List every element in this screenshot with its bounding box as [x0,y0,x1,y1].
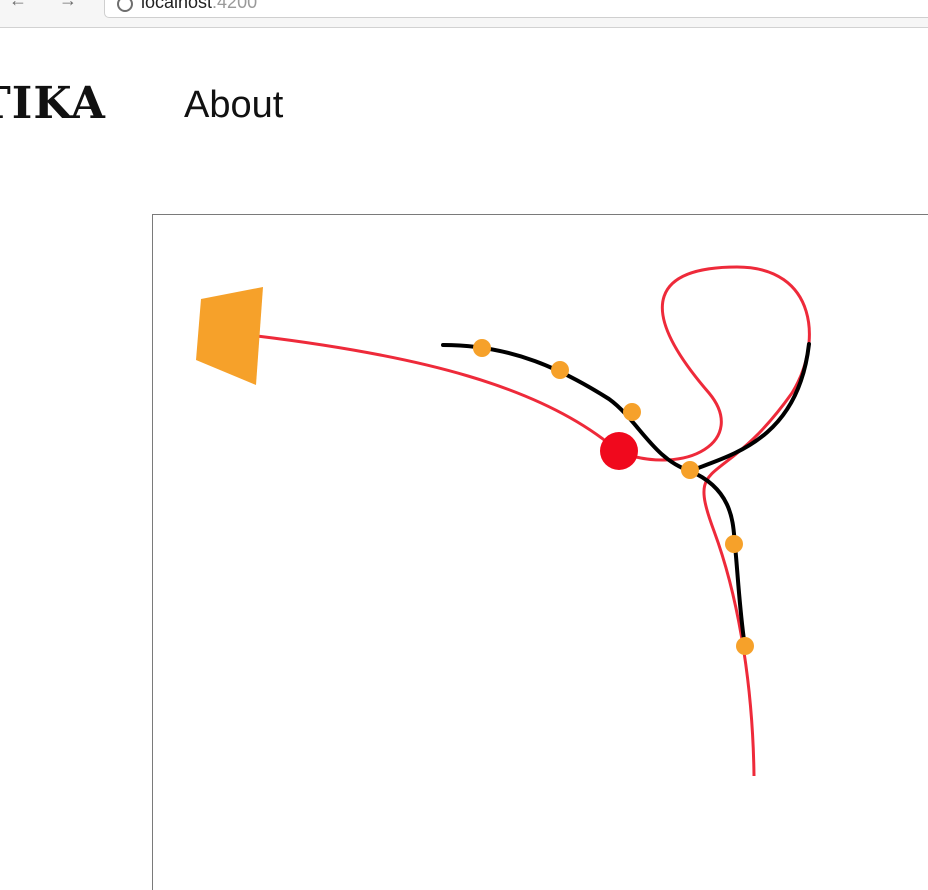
arrow-left-icon[interactable]: ← [8,0,28,11]
waypoint[interactable] [473,339,491,357]
canvas-svg [196,265,811,777]
waypoint[interactable] [725,535,743,553]
nav-link-about[interactable]: About [184,84,283,127]
agent-marker[interactable] [600,432,638,470]
arrow-right-icon[interactable]: → [58,0,78,11]
browser-toolbar: ← → localhost:4200 [0,0,928,28]
url-port: :4200 [212,0,258,12]
waypoint[interactable] [681,461,699,479]
waypoint[interactable] [736,637,754,655]
address-bar[interactable]: localhost:4200 [104,0,928,18]
site-logo[interactable]: TIKA [0,78,106,129]
trajectory-path [441,342,811,649]
goal-marker[interactable] [196,287,263,385]
drawing-canvas[interactable] [152,214,928,890]
guide-path [256,265,811,777]
url-host: localhost [141,0,213,12]
waypoint[interactable] [623,403,641,421]
url-text: localhost:4200 [141,0,257,13]
waypoint[interactable] [551,361,569,379]
info-circle-icon[interactable] [117,0,133,12]
